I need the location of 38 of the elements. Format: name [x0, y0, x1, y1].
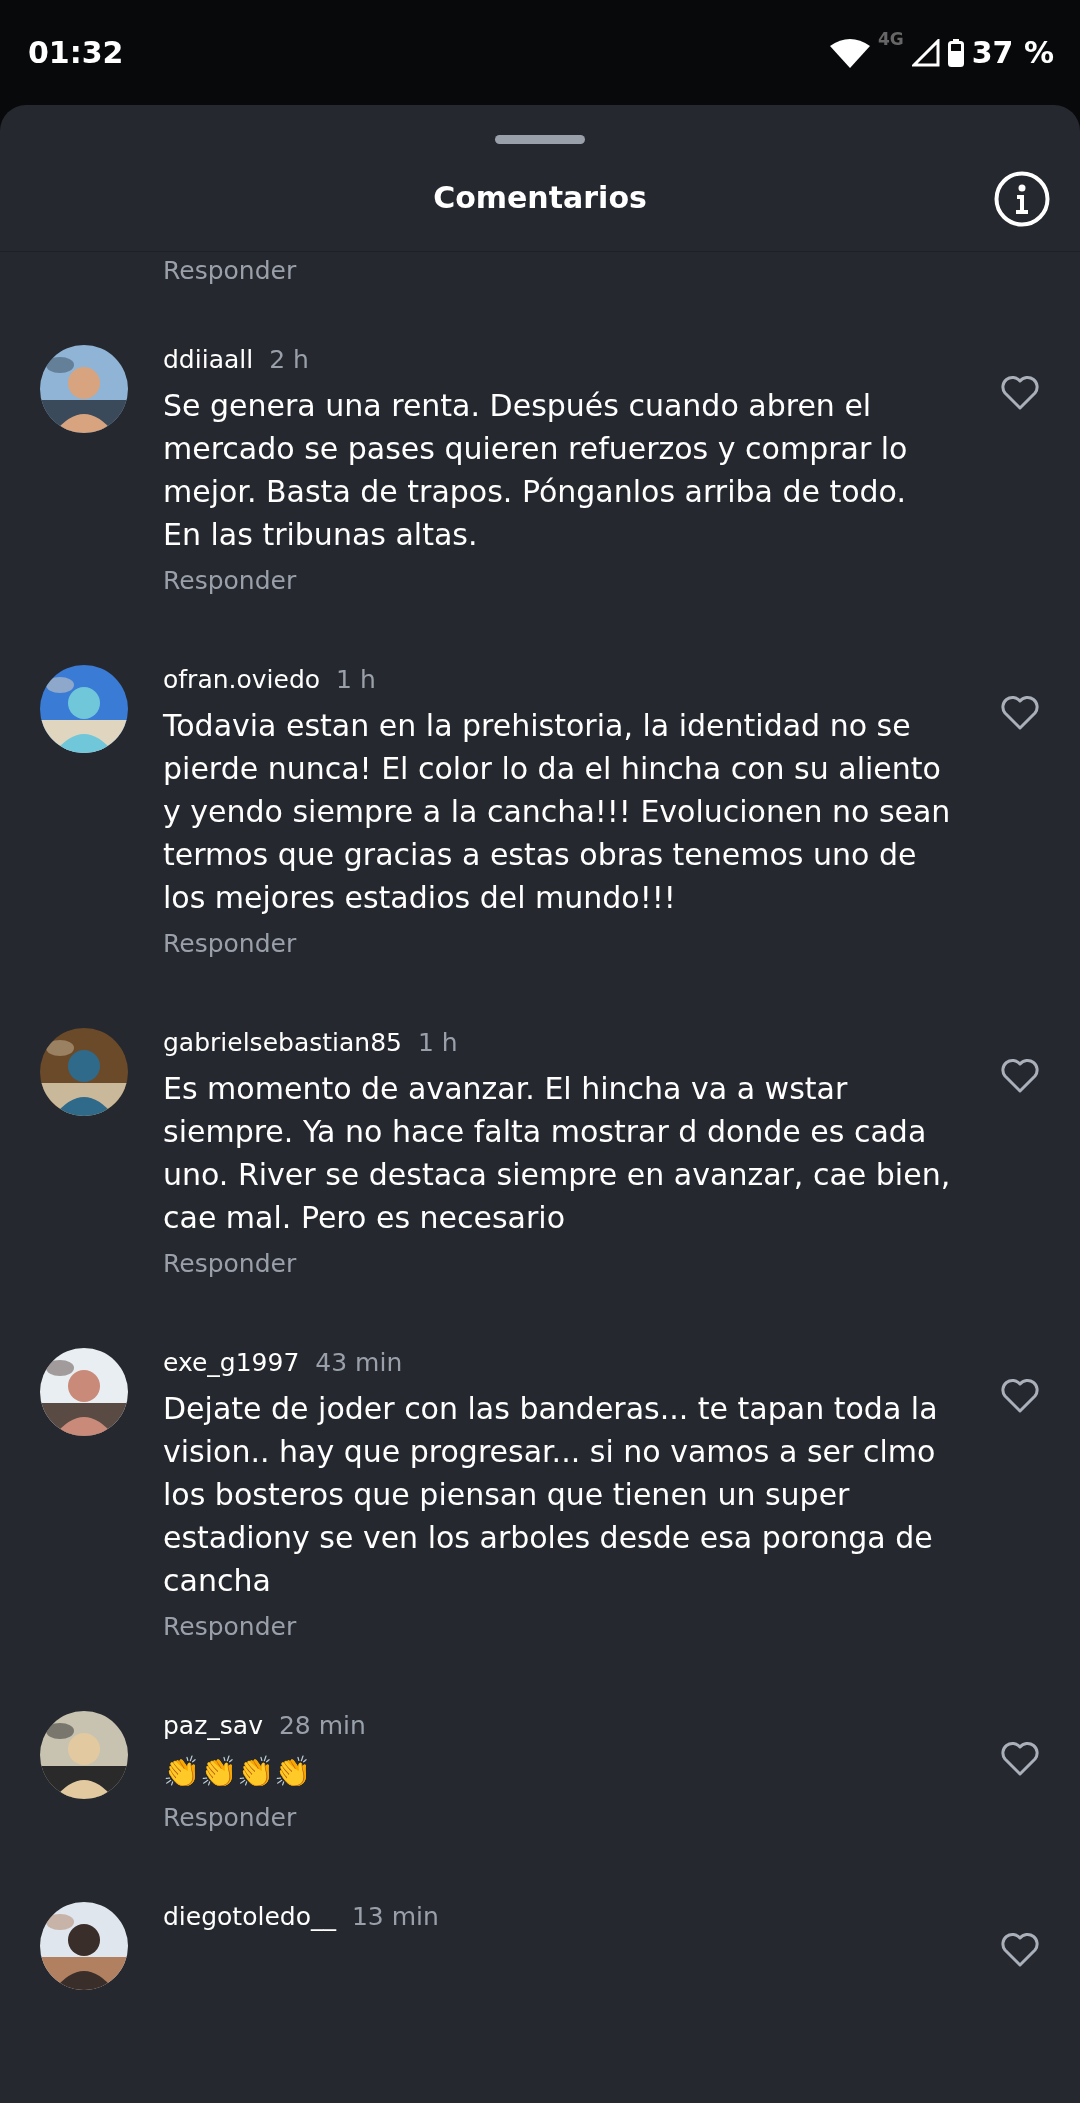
- comment-time: 2 h: [269, 345, 309, 374]
- comment-text: Dejate de joder con las banderas... te tapan toda la vision.. hay que progresar... si no vamos a ser clmo los bosteros que piensan que tienen un super estadiony se ven los arboles desde esa poronga de cancha: [163, 1390, 939, 1600]
- heart-icon[interactable]: [1000, 1058, 1040, 1094]
- heart-icon[interactable]: [1000, 1378, 1040, 1414]
- drag-handle[interactable]: [495, 135, 585, 144]
- comment-time: 28 min: [278, 1711, 366, 1740]
- username[interactable]: exe_g1997: [163, 1348, 300, 1377]
- status-time: 01:32: [28, 35, 124, 70]
- battery-icon: [947, 38, 964, 67]
- heart-icon[interactable]: [1000, 1741, 1040, 1777]
- reply-link[interactable]: Responder: [163, 566, 297, 595]
- info-icon[interactable]: [994, 171, 1050, 227]
- network-type: 4G: [877, 29, 904, 49]
- comment-time: 1 h: [336, 665, 376, 694]
- username[interactable]: ddiiaall: [163, 345, 254, 374]
- reply-link[interactable]: Responder: [163, 1803, 297, 1832]
- signal-icon: [911, 38, 940, 67]
- username[interactable]: diegotoledo__: [163, 1902, 336, 1931]
- comment-text: Se genera una renta. Después cuando abren el mercado se pases quieren refuerzos y comprar lo mejor. Basta de trapos. Pónganlos arriba de todo. En las tribunas altas.: [163, 387, 909, 554]
- comment-time: 43 min: [315, 1348, 403, 1377]
- heart-icon[interactable]: [1000, 695, 1040, 731]
- comment-text: Es momento de avanzar. El hincha va a wstar siempre. Ya no hace falta mostrar d donde es cada uno. River se destaca siempre en avanzar, cae bien, cae mal. Pero es necesario: [163, 1070, 952, 1237]
- reply-link[interactable]: Responder: [163, 929, 297, 958]
- heart-icon[interactable]: [1000, 375, 1040, 411]
- reply-link[interactable]: Responder: [163, 256, 297, 285]
- comment-time: 13 min: [351, 1902, 439, 1931]
- username[interactable]: gabrielsebastian85: [163, 1028, 402, 1057]
- sheet-title: Comentarios: [433, 180, 647, 215]
- heart-icon[interactable]: [1000, 1932, 1040, 1968]
- reply-link[interactable]: Responder: [163, 1249, 297, 1278]
- comment-text: Todavia estan en la prehistoria, la identidad no se pierde nunca! El color lo da el hincha con su aliento y yendo siempre a la cancha!!! Evolucionen no sean termos que gracias a estas obras tenemos uno de los mejores estadios del mundo!!!: [163, 707, 952, 917]
- reply-link[interactable]: Responder: [163, 1612, 297, 1641]
- username[interactable]: paz_sav: [163, 1711, 263, 1740]
- username[interactable]: ofran.oviedo: [163, 665, 321, 694]
- wifi-icon: [829, 37, 870, 68]
- comment-text: 👏👏👏👏: [163, 1753, 312, 1791]
- comment-time: 1 h: [417, 1028, 458, 1057]
- battery-level: 37 %: [971, 35, 1054, 70]
